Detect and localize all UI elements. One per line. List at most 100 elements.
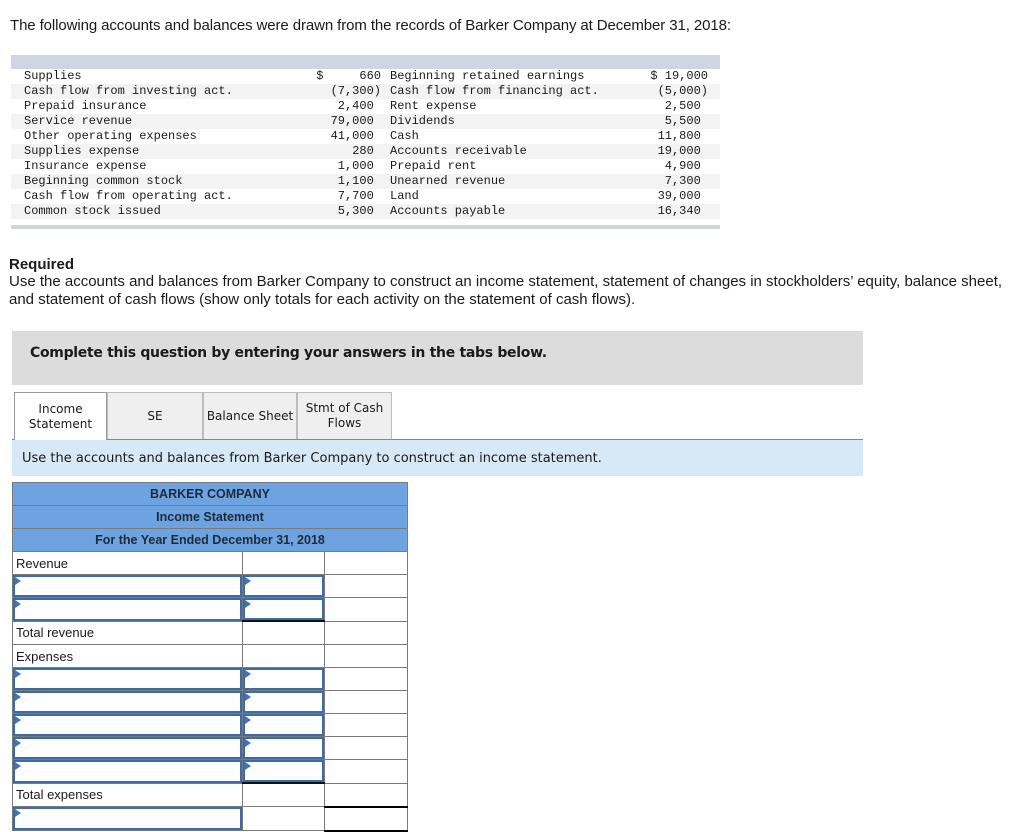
- complete-prompt: Complete this question by entering your …: [30, 345, 547, 361]
- expense-account-input[interactable]: [13, 760, 242, 783]
- header-row: Income Statement: [12, 505, 408, 529]
- account-value: 2,400: [337, 99, 381, 113]
- table-row: Revenue: [12, 551, 408, 575]
- table-row: Expenses: [12, 644, 408, 668]
- total-expenses-value: [324, 782, 408, 807]
- expense-account-input[interactable]: [13, 737, 242, 759]
- table-row: Total revenue: [12, 620, 408, 645]
- empty-cell: [324, 644, 408, 668]
- accounts-table-footer-bar: [11, 225, 720, 229]
- tab-label-line1: Income: [38, 401, 83, 416]
- empty-cell: [324, 667, 408, 691]
- tab-balance-sheet[interactable]: Balance Sheet: [203, 392, 297, 439]
- net-income-label-input[interactable]: [13, 807, 242, 830]
- table-row: Supplies expense 280 Accounts receivable…: [11, 144, 720, 159]
- account-name: Accounts receivable: [383, 144, 632, 159]
- empty-cell: [324, 551, 408, 575]
- tab-stmt-of-cash-flows[interactable]: Stmt of Cash Flows: [297, 392, 392, 439]
- table-row: Insurance expense 1,000 Prepaid rent 4,9…: [11, 159, 720, 174]
- table-row: Supplies $ 660 Beginning retained earnin…: [11, 69, 720, 84]
- empty-cell: [242, 806, 325, 831]
- account-name: Dividends: [383, 114, 632, 129]
- instruction-text: Use the accounts and balances from Barke…: [22, 451, 602, 466]
- tab-label-line2: Statement: [28, 416, 93, 431]
- tab-income-statement[interactable]: Income Statement: [14, 392, 107, 440]
- table-row: Cash flow from investing act. (7,300) Ca…: [11, 84, 720, 99]
- required-text: Use the accounts and balances from Barke…: [9, 273, 1003, 308]
- expense-amount-input[interactable]: [243, 668, 324, 690]
- expense-account-input[interactable]: [13, 691, 242, 713]
- account-name: Cash flow from operating act.: [24, 189, 233, 203]
- tab-label-line2: Flows: [327, 416, 362, 430]
- revenue-amount-input[interactable]: [243, 575, 324, 597]
- instruction-box: Use the accounts and balances from Barke…: [12, 440, 863, 476]
- header-row: For the Year Ended December 31, 2018: [12, 528, 408, 552]
- table-row: [12, 690, 408, 714]
- account-name: Cash flow from financing act.: [383, 84, 632, 99]
- revenue-account-input[interactable]: [13, 598, 242, 621]
- account-name: Supplies expense: [11, 144, 303, 159]
- empty-cell: [324, 736, 408, 760]
- account-value: (5,000): [632, 84, 720, 99]
- revenue-account-input[interactable]: [13, 575, 242, 597]
- account-value: 1,100: [303, 174, 383, 189]
- expense-amount-input[interactable]: [243, 714, 324, 736]
- account-value: 280: [303, 144, 383, 159]
- expense-account-input[interactable]: [13, 668, 242, 690]
- accounts-table: Supplies $ 660 Beginning retained earnin…: [11, 55, 720, 229]
- tab-se[interactable]: SE: [107, 392, 203, 439]
- account-name: Prepaid rent: [390, 159, 477, 173]
- account-name: Accounts payable: [383, 204, 632, 219]
- expense-account-input[interactable]: [13, 714, 242, 736]
- empty-cell: [324, 574, 408, 598]
- table-row: Total expenses: [12, 782, 408, 807]
- account-value: 5,300: [303, 204, 383, 219]
- expense-amount-input[interactable]: [243, 760, 324, 782]
- account-value: 2,500: [664, 99, 708, 113]
- accounts-table-header-bar: [11, 55, 720, 69]
- account-value: 1,000: [337, 159, 381, 173]
- table-row: Cash flow from operating act. 7,700 Land…: [11, 189, 720, 204]
- account-value: 7,700: [337, 189, 381, 203]
- table-row: [12, 667, 408, 691]
- header-row: BARKER COMPANY: [12, 482, 408, 506]
- table-row: [12, 574, 408, 598]
- tab-label: Balance Sheet: [206, 408, 294, 423]
- table-row: Service revenue 79,000 Dividends 5,500: [11, 114, 720, 129]
- account-name: Beginning retained earnings: [390, 69, 585, 83]
- expense-amount-input[interactable]: [243, 737, 324, 759]
- table-row: Other operating expenses 41,000 Cash 11,…: [11, 129, 720, 144]
- account-value: 7,300: [632, 174, 720, 189]
- income-statement-table: BARKER COMPANY Income Statement For the …: [12, 482, 408, 832]
- account-value: $ 19,000: [650, 69, 708, 83]
- account-value: 11,800: [657, 129, 708, 143]
- company-name: BARKER COMPANY: [12, 482, 408, 506]
- intro-text: The following accounts and balances were…: [10, 17, 731, 34]
- expense-amount-input[interactable]: [243, 691, 324, 713]
- total-revenue-label: Total revenue: [12, 620, 243, 645]
- revenue-label: Revenue: [12, 551, 243, 575]
- account-name: Rent expense: [390, 99, 477, 113]
- total-revenue-value: [324, 620, 408, 645]
- net-income-value: [324, 805, 408, 832]
- account-value: (7,300): [303, 84, 383, 99]
- account-value: 41,000: [330, 129, 381, 143]
- account-name: Cash: [390, 129, 419, 143]
- expenses-label: Expenses: [12, 644, 243, 668]
- table-row: [12, 597, 408, 622]
- account-name: Unearned revenue: [383, 174, 632, 189]
- account-value: 16,340: [632, 204, 720, 219]
- table-row: Common stock issued 5,300 Accounts payab…: [11, 204, 720, 219]
- table-row: Beginning common stock 1,100 Unearned re…: [11, 174, 720, 189]
- empty-cell: [242, 782, 325, 807]
- revenue-amount-input[interactable]: [243, 598, 324, 620]
- total-expenses-label: Total expenses: [12, 782, 243, 807]
- account-name: Supplies: [24, 69, 82, 83]
- statement-title: Income Statement: [12, 505, 408, 529]
- account-name: Service revenue: [11, 114, 303, 129]
- empty-cell: [242, 620, 325, 645]
- account-name: Other operating expenses: [24, 129, 197, 143]
- account-name: Land: [390, 189, 419, 203]
- empty-cell: [324, 597, 408, 622]
- tab-label: SE: [147, 408, 163, 423]
